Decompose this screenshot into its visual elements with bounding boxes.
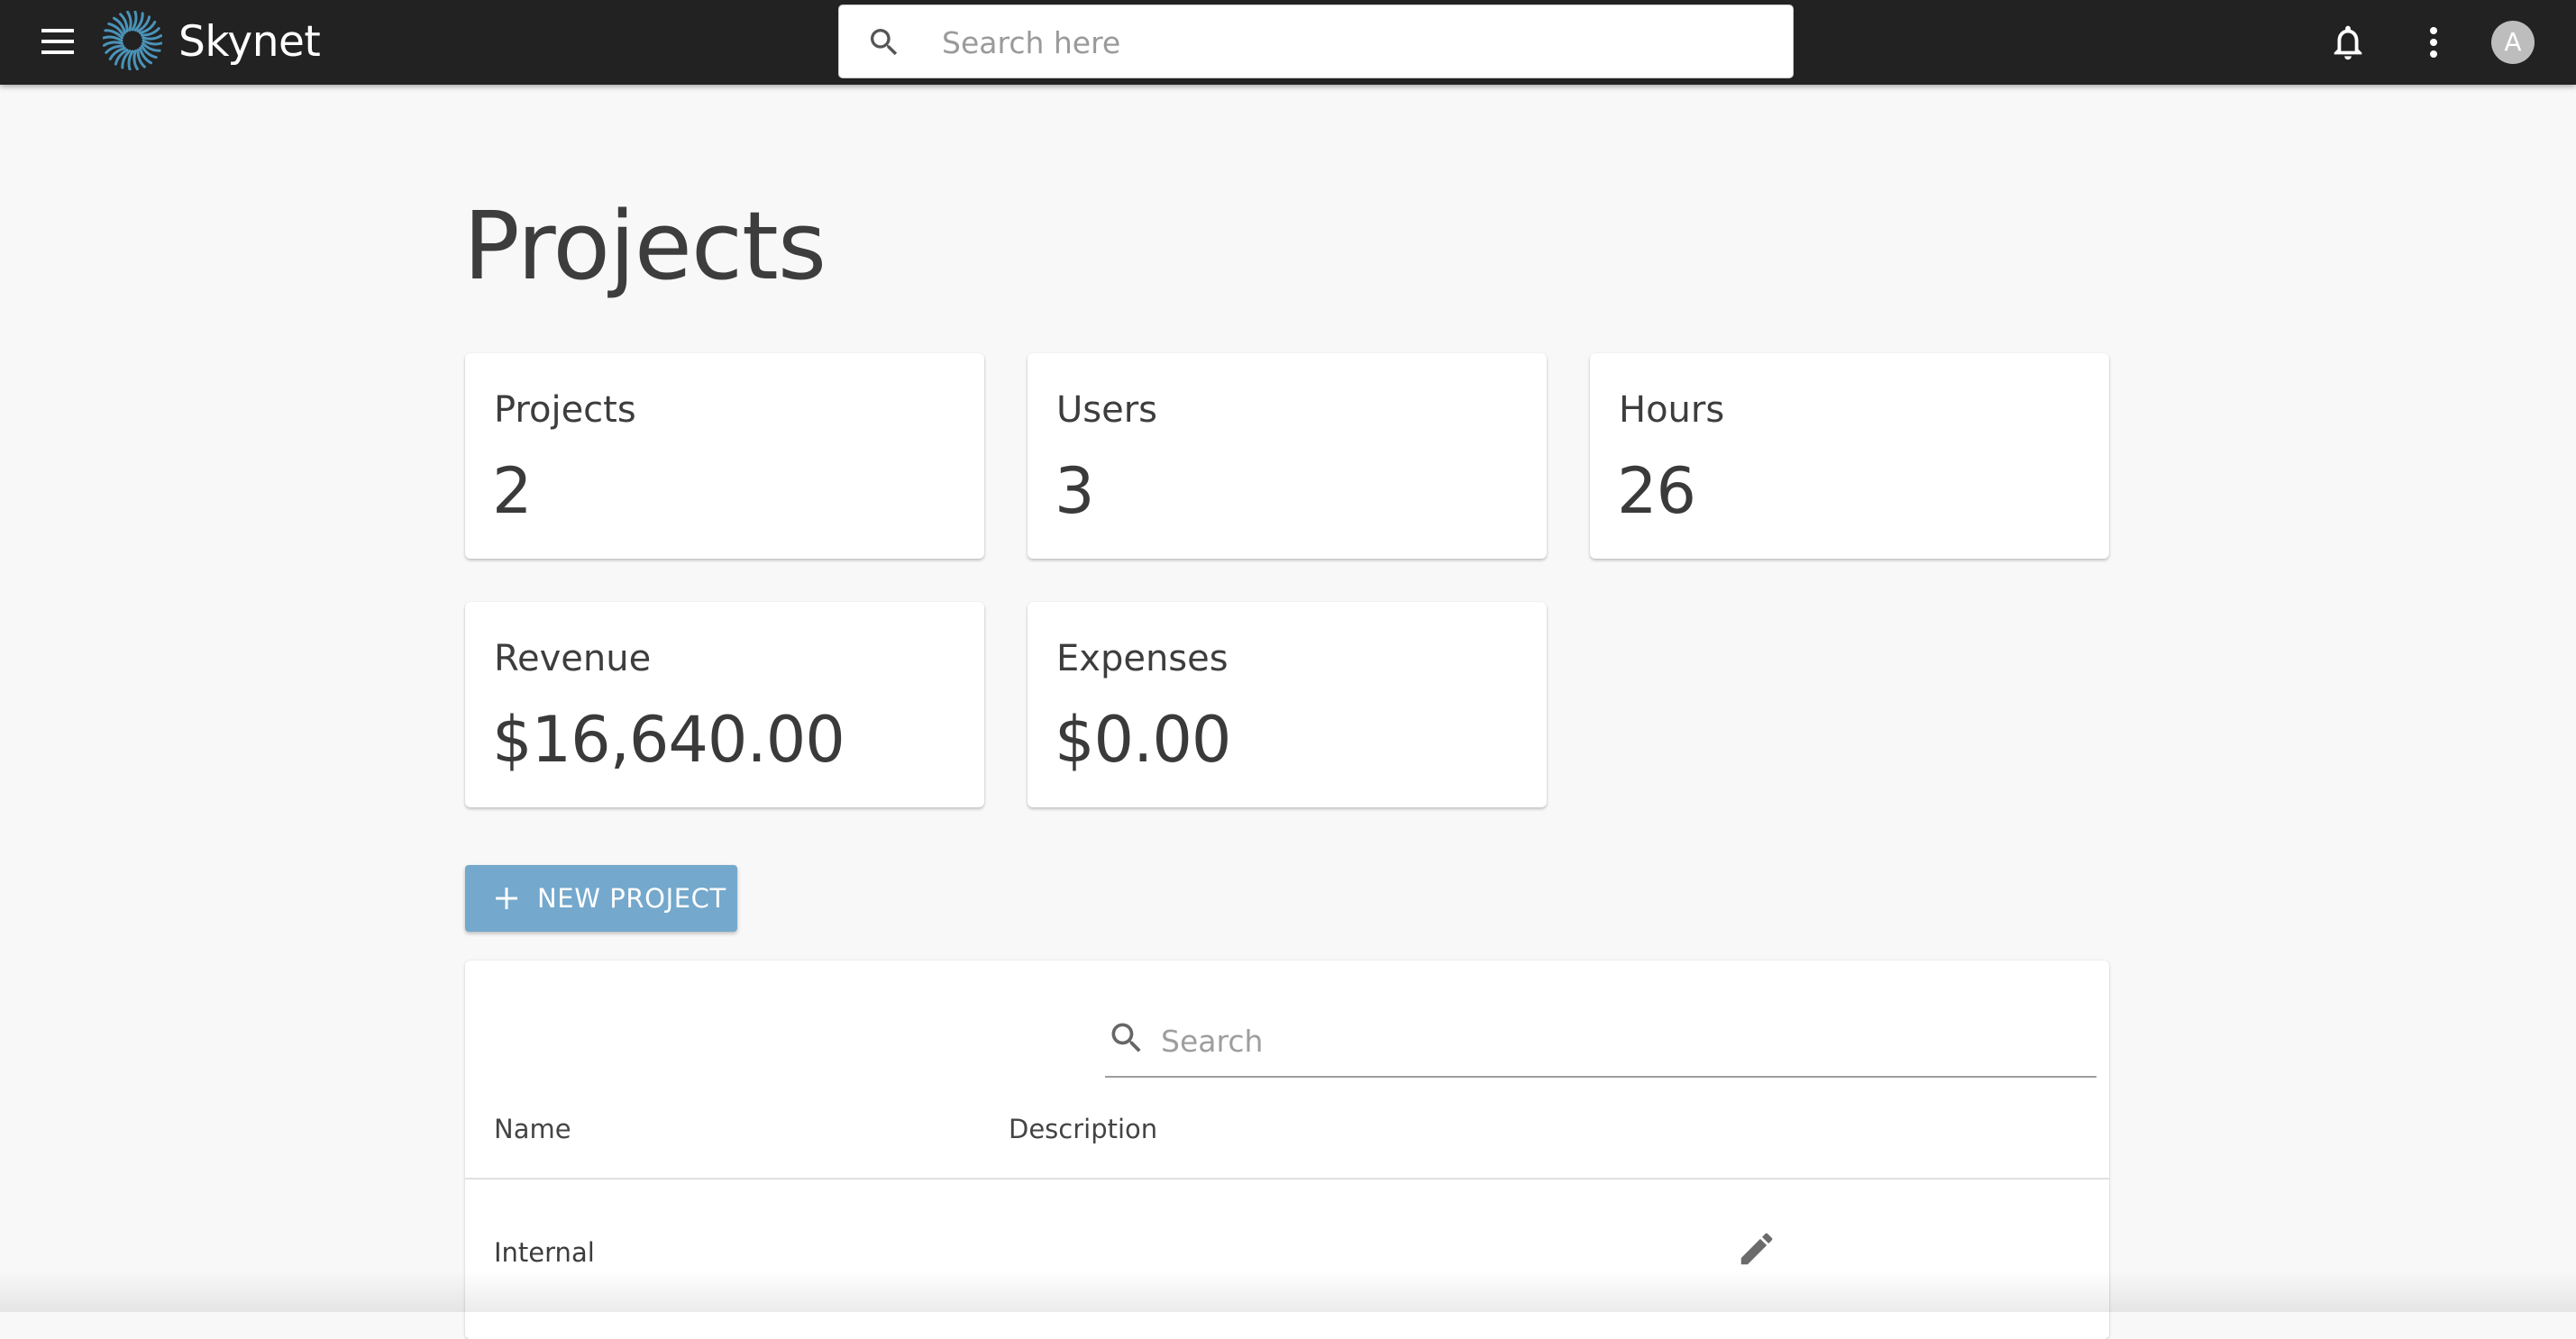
new-project-button[interactable]: NEW PROJECT xyxy=(465,865,737,932)
stat-value: 2 xyxy=(492,454,533,528)
page-title: Projects xyxy=(463,191,827,301)
stat-value: $16,640.00 xyxy=(492,703,845,777)
stat-card-expenses: Expenses $0.00 xyxy=(1028,602,1547,807)
project-name-cell: Internal xyxy=(494,1237,595,1268)
app-brand-name[interactable]: Skynet xyxy=(178,13,321,72)
global-search-input[interactable] xyxy=(940,5,1773,79)
stat-label: Projects xyxy=(494,389,636,431)
stat-card-revenue: Revenue $16,640.00 xyxy=(465,602,984,807)
column-header-description[interactable]: Description xyxy=(1009,1114,1157,1144)
menu-icon[interactable] xyxy=(40,25,83,59)
search-icon xyxy=(1107,1018,1146,1058)
stat-value: 3 xyxy=(1055,454,1095,528)
plus-icon xyxy=(492,884,521,913)
stat-label: Users xyxy=(1056,389,1158,431)
stat-card-hours: Hours 26 xyxy=(1590,353,2109,559)
stat-card-users: Users 3 xyxy=(1028,353,1547,559)
stat-label: Expenses xyxy=(1056,638,1229,679)
new-project-label: NEW PROJECT xyxy=(537,883,726,914)
stat-value: 26 xyxy=(1617,454,1696,528)
column-header-name[interactable]: Name xyxy=(494,1114,571,1144)
table-search-field[interactable] xyxy=(1105,1006,2096,1078)
bell-icon[interactable] xyxy=(2327,20,2369,65)
edit-icon[interactable] xyxy=(1736,1228,1777,1270)
spiral-logo-icon[interactable] xyxy=(102,10,163,71)
stat-label: Revenue xyxy=(494,638,652,679)
stat-label: Hours xyxy=(1619,389,1725,431)
stat-card-projects: Projects 2 xyxy=(465,353,984,559)
stat-value: $0.00 xyxy=(1055,703,1231,777)
search-icon xyxy=(866,24,902,60)
user-avatar[interactable]: A xyxy=(2491,21,2535,64)
top-app-bar: Skynet A xyxy=(0,0,2576,85)
bottom-shadow xyxy=(0,1271,2576,1312)
table-search-input[interactable] xyxy=(1159,1015,2082,1067)
more-vert-icon[interactable] xyxy=(2419,20,2448,65)
global-search-box[interactable] xyxy=(838,5,1794,79)
